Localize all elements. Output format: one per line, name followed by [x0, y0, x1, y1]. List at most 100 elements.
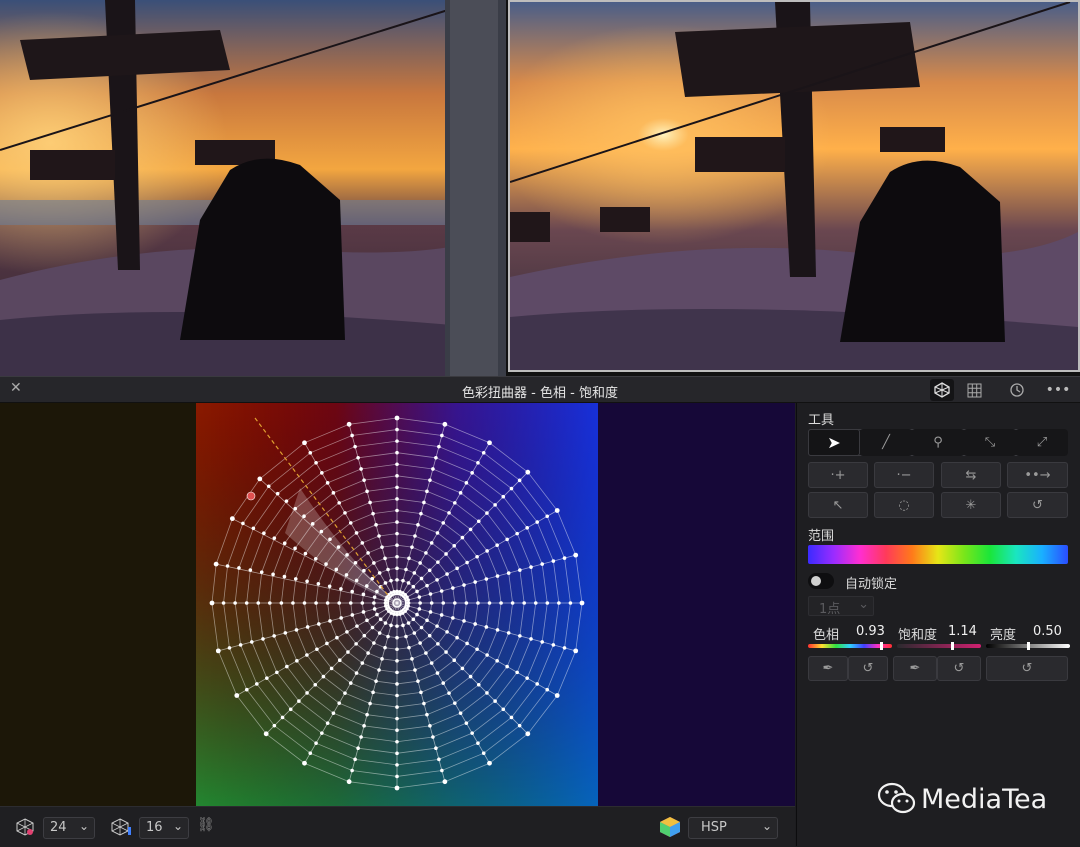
- mesh-control-point[interactable]: [395, 624, 399, 628]
- mesh-control-point[interactable]: [327, 584, 332, 589]
- mesh-control-point[interactable]: [436, 642, 440, 646]
- mesh-control-point[interactable]: [407, 645, 411, 650]
- more-icon[interactable]: •••: [1046, 379, 1071, 401]
- mesh-control-point[interactable]: [428, 724, 432, 728]
- mesh-control-point[interactable]: [345, 630, 349, 634]
- mesh-control-point[interactable]: [445, 572, 449, 576]
- mesh-control-point[interactable]: [464, 481, 469, 485]
- mesh-control-point[interactable]: [250, 640, 254, 644]
- mesh-control-point[interactable]: [481, 450, 486, 455]
- mesh-control-point[interactable]: [380, 657, 384, 661]
- mesh-control-point[interactable]: [509, 715, 514, 720]
- mesh-control-point[interactable]: [227, 646, 232, 650]
- mesh-control-point[interactable]: [353, 757, 357, 762]
- mesh-control-point[interactable]: [371, 511, 375, 516]
- mesh-control-point[interactable]: [518, 568, 522, 572]
- mesh-control-point[interactable]: [372, 595, 377, 599]
- mesh-control-point[interactable]: [395, 462, 399, 467]
- mesh-control-point[interactable]: [419, 690, 423, 695]
- mesh-control-point[interactable]: [515, 670, 519, 675]
- mesh-control-point[interactable]: [261, 637, 265, 641]
- luminance-slider[interactable]: [986, 642, 1070, 650]
- mesh-control-point[interactable]: [435, 531, 440, 535]
- mesh-control-point[interactable]: [418, 641, 422, 645]
- mesh-control-point[interactable]: [401, 623, 405, 628]
- mesh-control-point[interactable]: [452, 658, 457, 663]
- mesh-control-point[interactable]: [272, 634, 276, 638]
- mesh-control-point[interactable]: [374, 679, 378, 683]
- mesh-control-point[interactable]: [495, 628, 500, 632]
- mesh-control-point[interactable]: [362, 478, 366, 482]
- rows-select[interactable]: 16 ⌄: [139, 817, 189, 839]
- warper-icon[interactable]: [930, 379, 954, 401]
- mesh-control-point[interactable]: [365, 618, 369, 623]
- mesh-control-point[interactable]: [268, 601, 272, 605]
- mesh-control-point[interactable]: [374, 523, 378, 527]
- mesh-control-point[interactable]: [487, 440, 492, 446]
- mesh-control-point[interactable]: [372, 601, 376, 605]
- mesh-control-point[interactable]: [368, 500, 372, 505]
- auto-lock-toggle[interactable]: [808, 573, 834, 589]
- lasso-select-icon[interactable]: ◌: [874, 492, 934, 518]
- mesh-control-point[interactable]: [460, 666, 465, 671]
- mesh-control-point[interactable]: [462, 583, 466, 587]
- mesh-control-point[interactable]: [325, 641, 329, 646]
- mesh-control-point[interactable]: [305, 691, 309, 695]
- mesh-control-point[interactable]: [395, 578, 399, 582]
- mesh-control-point[interactable]: [361, 592, 366, 597]
- contract-tool-icon[interactable]: ⤡: [964, 429, 1016, 456]
- mesh-control-point[interactable]: [435, 578, 439, 582]
- expand-tool-icon[interactable]: ⤢: [1016, 429, 1068, 456]
- mesh-control-point[interactable]: [383, 556, 387, 561]
- mesh-control-point[interactable]: [476, 601, 480, 605]
- mesh-control-point[interactable]: [368, 701, 372, 706]
- mesh-control-point[interactable]: [440, 768, 444, 773]
- mesh-control-point[interactable]: [434, 746, 438, 750]
- mesh-control-point[interactable]: [557, 601, 561, 605]
- mesh-control-point[interactable]: [525, 526, 529, 530]
- mesh-control-point[interactable]: [343, 691, 347, 695]
- mesh-control-point[interactable]: [436, 560, 440, 564]
- mesh-control-point[interactable]: [383, 645, 387, 650]
- mesh-control-point[interactable]: [343, 511, 347, 515]
- saturation-slider-handle[interactable]: [951, 642, 954, 650]
- mesh-control-point[interactable]: [451, 616, 455, 620]
- mesh-control-point[interactable]: [395, 531, 399, 536]
- mesh-control-point[interactable]: [401, 578, 405, 583]
- mesh-control-point[interactable]: [441, 521, 446, 525]
- mesh-control-point[interactable]: [372, 607, 377, 611]
- mesh-control-point[interactable]: [425, 583, 429, 588]
- mesh-control-point[interactable]: [272, 723, 277, 728]
- hue-reset-icon[interactable]: ↺: [848, 656, 888, 681]
- remove-point-icon[interactable]: ·−: [874, 462, 934, 488]
- mesh-control-point[interactable]: [305, 625, 310, 629]
- mesh-control-point[interactable]: [320, 731, 324, 735]
- mesh-control-point[interactable]: [314, 601, 318, 605]
- mesh-control-point[interactable]: [535, 520, 539, 524]
- mesh-control-point[interactable]: [325, 721, 330, 725]
- hue-slider-handle[interactable]: [880, 642, 883, 650]
- mesh-control-point[interactable]: [362, 633, 367, 638]
- mesh-control-point[interactable]: [339, 616, 343, 620]
- mesh-control-point[interactable]: [337, 701, 341, 705]
- mesh-control-point[interactable]: [428, 610, 433, 614]
- mesh-control-point[interactable]: [320, 471, 324, 475]
- mesh-control-point[interactable]: [487, 601, 492, 605]
- mesh-control-point[interactable]: [395, 682, 399, 686]
- mesh-control-point[interactable]: [495, 543, 499, 547]
- mesh-control-point[interactable]: [562, 646, 567, 650]
- mesh-control-point[interactable]: [518, 634, 522, 638]
- mesh-control-point[interactable]: [266, 484, 271, 489]
- mesh-control-point[interactable]: [424, 551, 428, 555]
- mesh-control-point[interactable]: [354, 531, 359, 535]
- mesh-control-point[interactable]: [427, 568, 432, 573]
- hue-value[interactable]: 0.93: [856, 624, 885, 639]
- mesh-control-point[interactable]: [378, 617, 383, 622]
- mesh-control-point[interactable]: [394, 415, 400, 421]
- mesh-control-point[interactable]: [484, 625, 489, 629]
- mesh-control-point[interactable]: [412, 571, 417, 575]
- mesh-control-point[interactable]: [485, 653, 489, 657]
- mesh-control-point[interactable]: [458, 711, 463, 715]
- mesh-control-point[interactable]: [339, 587, 343, 591]
- mesh-control-point[interactable]: [535, 682, 539, 686]
